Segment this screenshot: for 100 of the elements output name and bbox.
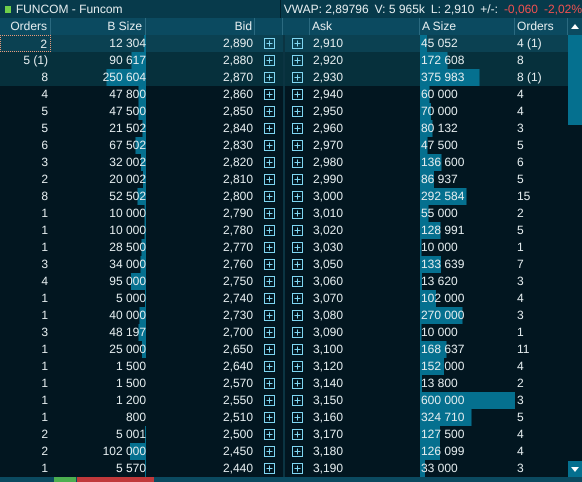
table-cell: 2,770 (222, 240, 253, 254)
table-cell: 1 (517, 240, 524, 254)
table-cell: 2,740 (222, 291, 253, 305)
table-cell: 3 (517, 274, 524, 288)
plus-icon[interactable] (264, 106, 274, 117)
table-cell: 2,790 (222, 206, 253, 220)
plus-icon[interactable] (264, 89, 274, 100)
plus-icon[interactable] (264, 463, 274, 474)
table-cell: 5 (1) (23, 53, 48, 67)
table-cell: 1 (41, 359, 48, 373)
plus-icon[interactable] (264, 225, 274, 236)
plus-icon[interactable] (292, 174, 303, 185)
plus-icon[interactable] (264, 191, 274, 202)
plus-icon[interactable] (292, 191, 303, 202)
table-cell: 2,920 (313, 53, 344, 67)
plus-icon[interactable] (292, 140, 303, 151)
table-cell: 1 (517, 325, 524, 339)
plus-icon[interactable] (292, 446, 303, 457)
table-cell: 1 (41, 240, 48, 254)
plus-icon[interactable] (292, 259, 303, 270)
table-cell: 2 (40, 37, 47, 51)
table-cell: 3,080 (313, 308, 344, 322)
scroll-up-button[interactable] (568, 18, 582, 35)
table-cell: 2,800 (222, 189, 253, 203)
table-cell: 3,030 (313, 240, 344, 254)
plus-icon[interactable] (292, 242, 303, 253)
table-cell: 3,050 (313, 257, 344, 271)
plus-icon[interactable] (264, 174, 274, 185)
table-cell: 2,840 (222, 121, 253, 135)
plus-icon[interactable] (292, 106, 303, 117)
plus-icon[interactable] (264, 276, 274, 287)
plus-icon[interactable] (264, 446, 274, 457)
plus-icon[interactable] (292, 344, 303, 355)
plus-icon[interactable] (292, 378, 303, 389)
table-cell: 2 (41, 444, 48, 458)
table-cell: 1 (41, 342, 48, 356)
table-cell: 4 (517, 87, 524, 101)
table-cell: 4 (41, 87, 48, 101)
plus-icon[interactable] (292, 412, 303, 423)
plus-icon[interactable] (292, 225, 303, 236)
plus-icon[interactable] (292, 72, 303, 83)
scroll-thumb[interactable] (568, 35, 582, 125)
plus-icon[interactable] (292, 38, 303, 49)
column-header[interactable]: B Size (107, 19, 142, 33)
plus-icon[interactable] (292, 55, 303, 66)
table-cell: 7 (517, 257, 524, 271)
plus-icon[interactable] (264, 378, 274, 389)
column-header[interactable]: Orders (10, 19, 47, 33)
table-cell: 3 (517, 393, 524, 407)
table-cell: 3,190 (313, 461, 344, 475)
plus-icon[interactable] (292, 293, 303, 304)
table-cell: 3 (517, 461, 524, 475)
plus-icon[interactable] (292, 157, 303, 168)
plus-icon[interactable] (292, 395, 303, 406)
plus-icon[interactable] (292, 89, 303, 100)
plus-icon[interactable] (264, 140, 274, 151)
plus-icon[interactable] (264, 327, 274, 338)
plus-icon[interactable] (264, 310, 274, 321)
column-header[interactable]: Orders (517, 19, 554, 33)
quote-stat: L: 2,910 (430, 1, 474, 18)
table-cell: 1 (41, 291, 48, 305)
quote-stat: +/-: (480, 1, 498, 18)
table-cell: 2,940 (313, 87, 344, 101)
plus-icon[interactable] (264, 208, 274, 219)
table-cell: 3 (41, 325, 48, 339)
plus-icon[interactable] (292, 429, 303, 440)
table-cell: 8 (41, 189, 48, 203)
column-header[interactable]: Bid (234, 19, 252, 33)
plus-icon[interactable] (292, 123, 303, 134)
plus-icon[interactable] (292, 208, 303, 219)
table-cell: 5 (517, 223, 524, 237)
plus-icon[interactable] (292, 310, 303, 321)
table-cell: 3,060 (313, 274, 344, 288)
plus-icon[interactable] (292, 361, 303, 372)
plus-icon[interactable] (264, 361, 274, 372)
plus-icon[interactable] (264, 38, 274, 49)
plus-icon[interactable] (292, 327, 303, 338)
scroll-down-button[interactable] (568, 461, 582, 477)
column-header[interactable]: Ask (312, 19, 332, 33)
plus-icon[interactable] (264, 72, 274, 83)
table-cell: 1 (41, 308, 48, 322)
plus-icon[interactable] (264, 157, 274, 168)
plus-icon[interactable] (292, 463, 303, 474)
plus-icon[interactable] (264, 55, 274, 66)
table-cell: 11 (517, 342, 530, 356)
plus-icon[interactable] (264, 293, 274, 304)
plus-icon[interactable] (292, 276, 303, 287)
column-header[interactable]: A Size (422, 19, 456, 33)
table-cell: 2,890 (222, 36, 253, 50)
plus-icon[interactable] (264, 412, 274, 423)
table-cell: 600 000 (420, 392, 515, 409)
table-cell: 1 (41, 393, 48, 407)
table-cell: 2,820 (222, 155, 253, 169)
plus-icon[interactable] (264, 429, 274, 440)
plus-icon[interactable] (264, 242, 274, 253)
plus-icon[interactable] (264, 395, 274, 406)
plus-icon[interactable] (264, 344, 274, 355)
plus-icon[interactable] (264, 123, 274, 134)
plus-icon[interactable] (264, 259, 274, 270)
table-cell: 15 (517, 189, 530, 203)
